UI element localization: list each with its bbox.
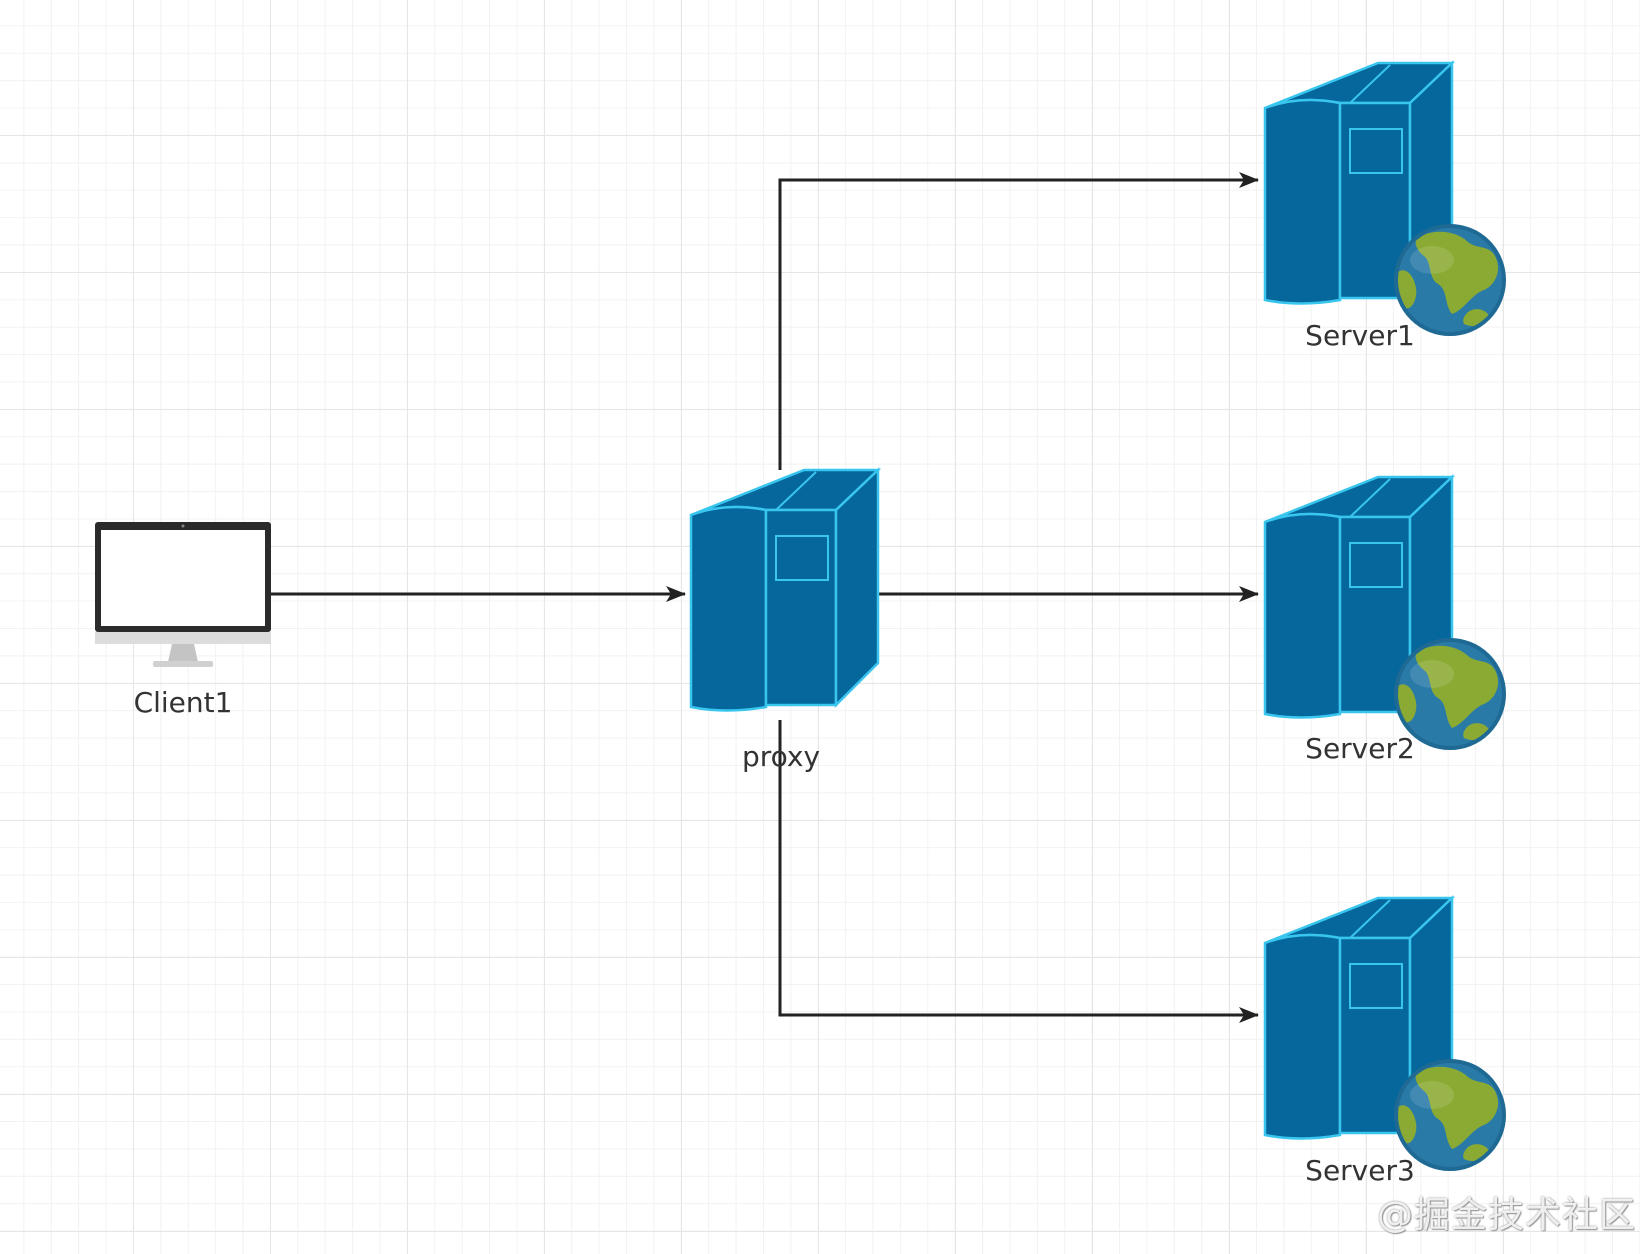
server1-label: Server1 — [1305, 319, 1415, 352]
edge-proxy-to-server3 — [778, 720, 1259, 1023]
edge-proxy-to-server1 — [778, 172, 1259, 470]
server2-node[interactable]: Server2 — [1263, 475, 1506, 765]
server2-label: Server2 — [1305, 732, 1415, 765]
desktop-monitor-icon — [95, 522, 271, 667]
server3-label: Server3 — [1305, 1154, 1415, 1187]
proxy-node[interactable]: proxy — [689, 468, 880, 773]
globe-icon — [1393, 1059, 1506, 1171]
proxy-label: proxy — [742, 740, 820, 773]
server1-node[interactable]: Server1 — [1263, 61, 1506, 352]
globe-icon — [1393, 224, 1506, 336]
client1-node[interactable]: Client1 — [95, 522, 271, 719]
client1-label: Client1 — [134, 686, 233, 719]
server3-node[interactable]: Server3 — [1263, 896, 1506, 1187]
network-diagram: Client1 proxy Server1 Server2 Server3 — [95, 61, 1506, 1187]
server-tower-icon — [689, 468, 880, 712]
watermark: @掘金技术社区 — [1376, 1195, 1636, 1236]
